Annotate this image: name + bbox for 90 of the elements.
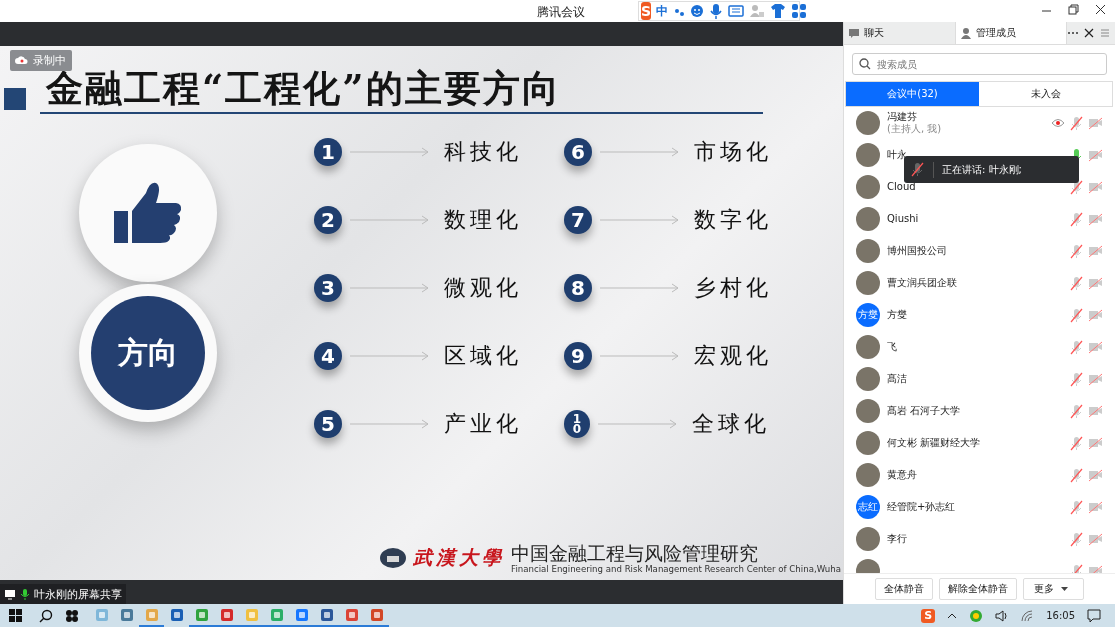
member-name: 经管院+孙志红 bbox=[887, 501, 957, 513]
direction-label: 乡村化 bbox=[694, 274, 772, 302]
panel-button[interactable]: 解除全体静音 bbox=[939, 578, 1017, 600]
screen-icon bbox=[4, 588, 16, 600]
speaking-text: 正在讲话: 叶永刚; bbox=[942, 162, 1022, 177]
member-name: 飞 bbox=[887, 341, 898, 353]
camera-off-icon[interactable] bbox=[1088, 307, 1103, 323]
camera-off-icon[interactable] bbox=[1088, 467, 1103, 483]
number-circle: 2 bbox=[314, 206, 342, 234]
camera-off-icon[interactable] bbox=[1088, 211, 1103, 227]
direction-label: 数理化 bbox=[444, 206, 522, 234]
direction-label: 科技化 bbox=[444, 138, 522, 166]
camera-off-icon[interactable] bbox=[1088, 499, 1103, 515]
member-name: 冯建芬 bbox=[887, 111, 918, 123]
direction-label: 产业化 bbox=[444, 410, 522, 438]
chat-icon bbox=[848, 27, 860, 39]
camera-off-icon[interactable] bbox=[1088, 339, 1103, 355]
emoji-icon[interactable] bbox=[690, 3, 705, 19]
close-icon[interactable] bbox=[1094, 3, 1107, 17]
member-name: 黄意舟 bbox=[887, 469, 918, 481]
camera-off-icon[interactable] bbox=[1088, 371, 1103, 387]
member-name: Cloud bbox=[887, 181, 917, 193]
direction-label: 全球化 bbox=[692, 410, 770, 438]
camera-off-icon[interactable] bbox=[1088, 403, 1103, 419]
panel-button[interactable]: 全体静音 bbox=[875, 578, 933, 600]
member-name: 何文彬 新疆财经大学 bbox=[887, 437, 982, 449]
member-name: Qiushi bbox=[887, 213, 920, 225]
member-name: 曹文润兵团企联 bbox=[887, 277, 958, 289]
initials-avatar: 志红 bbox=[856, 495, 880, 519]
number-circle: 1 bbox=[314, 138, 342, 166]
keyboard-icon[interactable] bbox=[728, 3, 745, 19]
number-circle: 6 bbox=[564, 138, 592, 166]
caret-icon bbox=[1060, 586, 1069, 592]
microphone-icon bbox=[19, 588, 31, 600]
member-name: 髙洁 bbox=[887, 373, 908, 385]
shirt-icon[interactable] bbox=[770, 3, 787, 19]
member-name: 髙岩 石河子大学 bbox=[887, 405, 962, 417]
menu-icon[interactable] bbox=[1099, 27, 1111, 39]
recording-label: 录制中 bbox=[33, 53, 66, 68]
number-circle: 4 bbox=[314, 342, 342, 370]
university-emblem-icon bbox=[379, 547, 408, 569]
center-name-english: Financial Engineering and Risk Management Research Center of China,Wuha bbox=[511, 564, 841, 574]
camera-off-icon[interactable] bbox=[1088, 435, 1103, 451]
clock[interactable]: 16:05 bbox=[1046, 610, 1075, 621]
camera-off-icon[interactable] bbox=[1088, 243, 1103, 259]
member-role: (主持人, 我) bbox=[887, 123, 943, 135]
member-filter-tab[interactable]: 会议中(32) bbox=[846, 82, 979, 106]
cloud-icon bbox=[15, 54, 29, 67]
direction-label: 微观化 bbox=[444, 274, 522, 302]
wifi-icon[interactable] bbox=[1020, 608, 1035, 623]
number-circle: 9 bbox=[564, 342, 592, 370]
number-circle: 10 bbox=[564, 410, 590, 438]
notification-icon[interactable] bbox=[1087, 608, 1101, 623]
center-label: 方向 bbox=[91, 296, 205, 410]
direction-label: 宏观化 bbox=[694, 342, 772, 370]
search-icon bbox=[859, 58, 871, 70]
member-name: 博州国投公司 bbox=[887, 245, 948, 257]
volume-icon[interactable] bbox=[995, 608, 1009, 623]
ime-mode-toggle[interactable]: 中 bbox=[656, 2, 669, 20]
camera-off-icon[interactable] bbox=[1088, 531, 1103, 547]
university-name: 武漢大學 bbox=[413, 545, 506, 570]
direction-label: 区域化 bbox=[444, 342, 522, 370]
number-circle: 5 bbox=[314, 410, 342, 438]
member-name: 方燮 bbox=[887, 309, 908, 321]
member-name: 李行 bbox=[887, 533, 908, 545]
initials-avatar: 方燮 bbox=[856, 303, 880, 327]
windows-start-icon[interactable] bbox=[8, 608, 23, 623]
direction-label: 数字化 bbox=[694, 206, 772, 234]
camera-off-icon[interactable] bbox=[1088, 275, 1103, 291]
panel-button[interactable]: 更多 bbox=[1023, 578, 1084, 600]
microphone-muted-icon bbox=[910, 162, 925, 177]
center-name: 中国金融工程与风险管理研究 bbox=[511, 542, 760, 564]
share-text: 叶永刚的屏幕共享 bbox=[34, 586, 122, 602]
number-circle: 8 bbox=[564, 274, 592, 302]
restore-icon[interactable] bbox=[1067, 3, 1080, 17]
search-field[interactable]: 搜索成员 bbox=[852, 53, 1107, 75]
close-icon[interactable] bbox=[1084, 28, 1094, 38]
number-circle: 3 bbox=[314, 274, 342, 302]
panel-tab[interactable]: 管理成员 bbox=[955, 22, 1067, 44]
task-view-icon[interactable] bbox=[65, 608, 79, 623]
person-icon bbox=[959, 27, 972, 39]
window-title: 腾讯会议 bbox=[537, 4, 585, 21]
search-icon[interactable] bbox=[39, 608, 53, 623]
title-square bbox=[4, 88, 26, 110]
apps-icon[interactable] bbox=[791, 3, 808, 19]
number-circle: 7 bbox=[564, 206, 592, 234]
avatar-photo bbox=[856, 111, 880, 135]
direction-label: 市场化 bbox=[694, 138, 772, 166]
camera-off-icon[interactable] bbox=[1088, 115, 1103, 131]
tray-app-icon[interactable] bbox=[969, 608, 984, 623]
